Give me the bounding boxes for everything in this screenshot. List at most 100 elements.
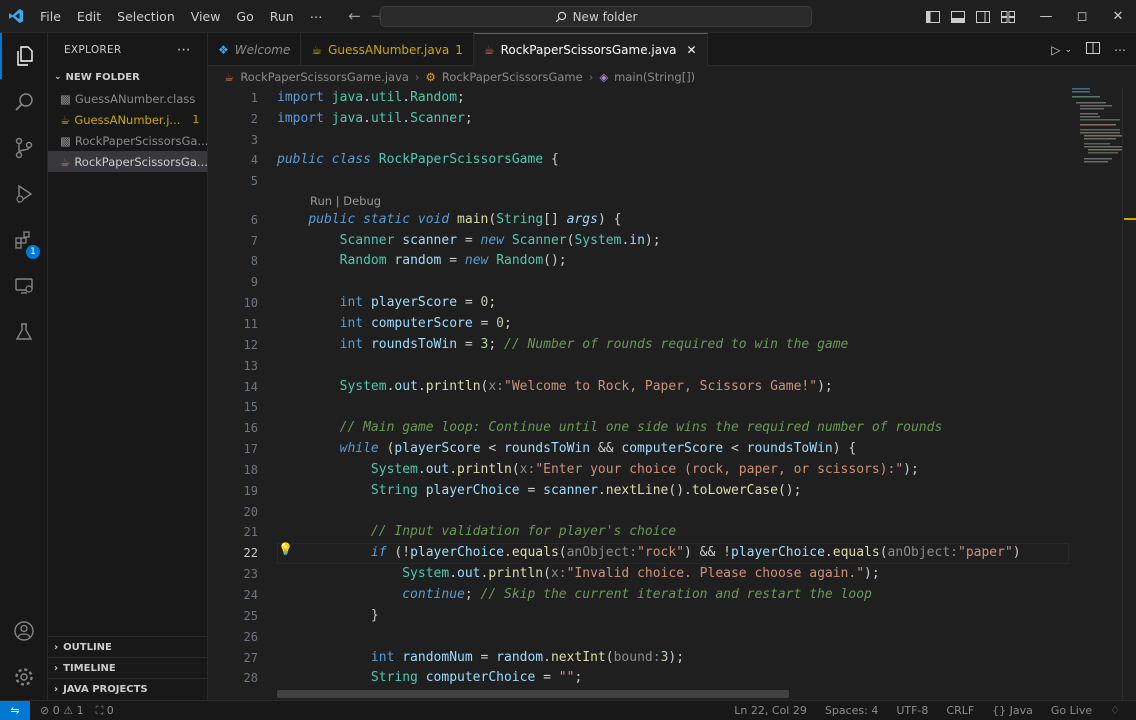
code-line: public static void main(String[] args) { — [308, 212, 622, 227]
timeline-section[interactable]: › TIMELINE — [48, 657, 208, 678]
tab-label: RockPaperScissorsGame.java — [500, 43, 677, 57]
status-bar: ⇋ ⊘ 0 ⚠ 1 ⛶ 0 Ln 22, Col 29 Spaces: 4 UT… — [0, 700, 1136, 720]
java-file-icon: ☕ — [60, 112, 71, 127]
toggle-panel-icon[interactable] — [945, 10, 970, 23]
line-number: 5 — [250, 174, 258, 188]
explorer-icon[interactable] — [0, 33, 48, 79]
command-center-search[interactable]: New folder — [380, 6, 812, 27]
line-number: 28 — [243, 671, 258, 685]
search-icon[interactable] — [0, 79, 48, 125]
code-line: System.out.println(x:"Enter your choice … — [370, 462, 919, 477]
cursor-position[interactable]: Ln 22, Col 29 — [734, 704, 807, 717]
menu-selection[interactable]: Selection — [109, 0, 183, 33]
codelens-run-debug[interactable]: Run | Debug — [310, 191, 381, 211]
back-arrow-icon[interactable]: ← — [348, 7, 361, 25]
language-mode[interactable]: {} Java — [992, 704, 1033, 717]
line-number: 24 — [243, 588, 258, 602]
vertical-scrollbar[interactable] — [1122, 88, 1136, 700]
customize-layout-icon[interactable] — [995, 10, 1020, 23]
line-number: 15 — [243, 400, 258, 414]
tab-guessanumber[interactable]: ☕ GuessANumber.java 1 — [301, 33, 474, 66]
run-icon[interactable]: ▷ — [1051, 43, 1060, 57]
vscode-logo-icon — [0, 0, 32, 33]
notifications-bell-icon[interactable]: ♢ — [1110, 704, 1120, 717]
code-line: Random random = new Random(); — [339, 253, 567, 268]
menu-go[interactable]: Go — [228, 0, 261, 33]
extensions-badge: 1 — [26, 245, 40, 259]
line-number: 7 — [250, 234, 258, 248]
line-number: 17 — [243, 442, 258, 456]
file-item-guessanumber-class[interactable]: ▩ GuessANumber.class — [48, 88, 207, 109]
indentation[interactable]: Spaces: 4 — [825, 704, 878, 717]
chevron-down-icon[interactable]: ⌄ — [1064, 45, 1072, 55]
breadcrumb-class[interactable]: RockPaperScissorsGame — [442, 70, 583, 84]
remote-explorer-icon[interactable] — [0, 263, 48, 309]
close-window-icon[interactable]: ✕ — [1100, 9, 1136, 24]
toggle-secondary-sidebar-icon[interactable] — [970, 10, 995, 23]
line-number: 12 — [243, 338, 258, 352]
testing-icon[interactable] — [0, 309, 48, 355]
class-icon: ⚙ — [425, 70, 436, 84]
file-item-guessanumber-java[interactable]: ☕ GuessANumber.j... 1 — [48, 109, 207, 130]
editor-actions: ▷ ⌄ ⋯ — [1051, 33, 1126, 66]
menu-more[interactable]: ⋯ — [302, 0, 331, 33]
breadcrumb: ☕ RockPaperScissorsGame.java › ⚙ RockPap… — [208, 66, 1136, 88]
java-projects-section[interactable]: › JAVA PROJECTS — [48, 678, 208, 699]
menu-view[interactable]: View — [183, 0, 229, 33]
problems-indicator[interactable]: ⊘ 0 ⚠ 1 — [40, 704, 84, 718]
menu-run[interactable]: Run — [262, 0, 302, 33]
tab-problem-count: 1 — [455, 42, 463, 57]
code-editor[interactable]: 💡 1 2 3 4 5 6 7 8 9 10 11 12 13 14 15 16… — [208, 88, 1136, 700]
run-debug-icon[interactable] — [0, 171, 48, 217]
remote-indicator-icon[interactable]: ⇋ — [0, 700, 30, 720]
line-ending[interactable]: CRLF — [946, 704, 974, 717]
source-control-icon[interactable] — [0, 125, 48, 171]
more-actions-icon[interactable]: ⋯ — [1114, 43, 1126, 57]
menu-edit[interactable]: Edit — [69, 0, 109, 33]
line-number: 22 — [243, 546, 258, 560]
file-item-rps-java[interactable]: ☕ RockPaperScissorsGa... — [48, 151, 207, 172]
menu-file[interactable]: File — [32, 0, 69, 33]
tab-rockpaperscissors[interactable]: ☕ RockPaperScissorsGame.java ✕ — [473, 33, 708, 66]
minimap[interactable] — [1066, 88, 1122, 178]
line-number: 27 — [243, 651, 258, 665]
breadcrumb-method[interactable]: main(String[]) — [614, 70, 695, 84]
explorer-header: EXPLORER ⋯ — [48, 33, 207, 66]
line-number: 8 — [250, 254, 258, 268]
folder-header[interactable]: ⌄ NEW FOLDER — [48, 66, 207, 88]
encoding[interactable]: UTF-8 — [896, 704, 928, 717]
account-icon[interactable] — [0, 608, 48, 654]
go-live-button[interactable]: Go Live — [1051, 704, 1092, 717]
breadcrumb-file[interactable]: RockPaperScissorsGame.java — [240, 70, 409, 84]
maximize-icon[interactable]: ◻ — [1064, 9, 1100, 24]
chevron-right-icon: › — [54, 683, 59, 695]
outline-section[interactable]: › OUTLINE — [48, 636, 208, 657]
tab-welcome[interactable]: ❖ Welcome — [208, 33, 302, 66]
settings-gear-icon[interactable] — [0, 654, 48, 700]
activity-bar: 1 — [0, 33, 48, 700]
ports-indicator[interactable]: ⛶ 0 — [96, 704, 114, 718]
line-number: 2 — [250, 112, 258, 126]
line-number: 20 — [243, 505, 258, 519]
section-label: OUTLINE — [63, 641, 112, 653]
minimize-icon[interactable]: — — [1028, 9, 1064, 24]
line-number: 10 — [243, 296, 258, 310]
code-line: // Main game loop: Continue until one si… — [339, 420, 943, 435]
menu-bar: File Edit Selection View Go Run ⋯ — [32, 0, 330, 33]
close-tab-icon[interactable]: ✕ — [687, 43, 697, 57]
command-center-label: New folder — [572, 9, 638, 24]
file-item-rps-class[interactable]: ▩ RockPaperScissorsGa... — [48, 130, 207, 151]
folder-name: NEW FOLDER — [65, 71, 140, 83]
code-line: continue; // Skip the current iteration … — [402, 587, 872, 602]
line-number: 4 — [250, 153, 258, 167]
line-number: 25 — [243, 609, 258, 623]
toggle-sidebar-icon[interactable] — [920, 10, 945, 23]
split-editor-icon[interactable] — [1086, 42, 1100, 57]
extensions-icon[interactable]: 1 — [0, 217, 48, 263]
file-name: RockPaperScissorsGa... — [74, 154, 207, 169]
title-right-controls: — ◻ ✕ — [920, 0, 1136, 33]
horizontal-scrollbar-thumb[interactable] — [277, 690, 789, 698]
line-number: 13 — [243, 359, 258, 373]
status-right: Ln 22, Col 29 Spaces: 4 UTF-8 CRLF {} Ja… — [734, 704, 1120, 717]
explorer-more-icon[interactable]: ⋯ — [177, 42, 191, 58]
